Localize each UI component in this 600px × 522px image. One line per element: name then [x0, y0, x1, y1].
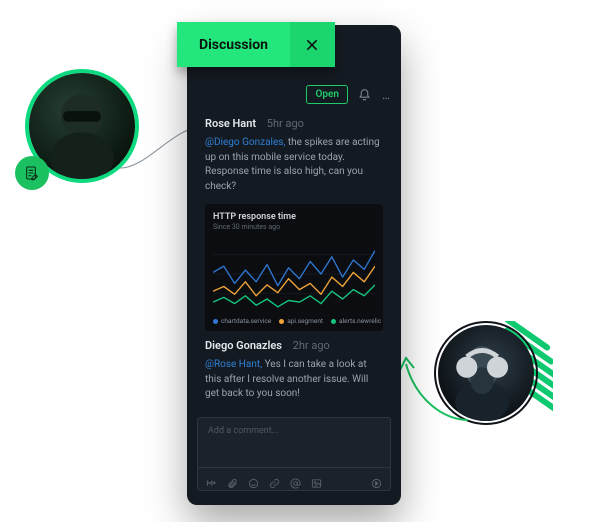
markdown-icon[interactable]	[206, 474, 217, 485]
message-author: Diego Gonazles	[205, 339, 282, 352]
attachment-icon[interactable]	[227, 474, 238, 485]
chart-plot	[213, 235, 375, 313]
send-button[interactable]	[371, 474, 382, 485]
tab-header: Discussion	[177, 22, 335, 67]
chart-legend: chartdata.serviceapi.segmentalerts.newre…	[213, 317, 375, 325]
message-timestamp: 5hr ago	[267, 117, 304, 130]
legend-swatch	[213, 319, 218, 324]
edit-note-icon	[15, 156, 49, 190]
mention[interactable]: @Rose Hant,	[205, 359, 262, 370]
message-author: Rose Hant	[205, 117, 256, 130]
link-icon[interactable]	[269, 474, 280, 485]
message: Diego Gonazles 2hr ago @Rose Hant, Yes I…	[205, 339, 383, 402]
legend-item[interactable]: chartdata.service	[213, 317, 271, 325]
message-body: @Rose Hant, Yes I can take a look at thi…	[205, 358, 383, 402]
legend-item[interactable]: alerts.newrelic	[331, 317, 381, 325]
comment-placeholder: Add a comment...	[208, 426, 279, 436]
image-icon[interactable]	[311, 474, 322, 485]
status-label: Open	[315, 89, 339, 100]
message-timestamp: 2hr ago	[293, 339, 330, 352]
comment-toolbar	[198, 467, 390, 490]
more-menu-button[interactable]: …	[382, 89, 391, 101]
mention-icon[interactable]	[290, 474, 301, 485]
legend-swatch	[279, 319, 284, 324]
legend-label: api.segment	[287, 317, 323, 325]
legend-label: chartdata.service	[221, 317, 271, 325]
legend-swatch	[331, 319, 336, 324]
status-badge[interactable]: Open	[306, 85, 348, 104]
close-icon	[304, 37, 320, 53]
emoji-icon[interactable]	[248, 474, 259, 485]
bell-icon	[358, 88, 371, 101]
close-button[interactable]	[290, 22, 335, 67]
legend-label: alerts.newrelic	[339, 317, 381, 325]
avatar-illustration	[438, 325, 534, 421]
legend-item[interactable]: api.segment	[279, 317, 323, 325]
discussion-panel: Discussion Open … Rose Hant 5hr ago @Die…	[187, 25, 401, 505]
comment-input[interactable]: Add a comment...	[197, 417, 391, 491]
chart-subtitle: Since 30 minutes ago	[213, 223, 375, 231]
mention[interactable]: @Diego Gonzales,	[205, 137, 285, 148]
avatar-diego	[438, 325, 534, 421]
message-header: Diego Gonazles 2hr ago	[205, 339, 383, 352]
message-header: Rose Hant 5hr ago	[205, 117, 383, 130]
message: Rose Hant 5hr ago @Diego Gonzales, the s…	[205, 117, 383, 331]
notifications-button[interactable]	[358, 88, 372, 102]
tab-discussion[interactable]: Discussion	[177, 22, 290, 67]
chart-card[interactable]: HTTP response time Since 30 minutes ago …	[205, 204, 383, 331]
tab-label: Discussion	[199, 37, 268, 53]
message-body: @Diego Gonzales, the spikes are acting u…	[205, 136, 383, 194]
chart-title: HTTP response time	[213, 212, 375, 222]
panel-top-bar: Open …	[306, 85, 391, 104]
